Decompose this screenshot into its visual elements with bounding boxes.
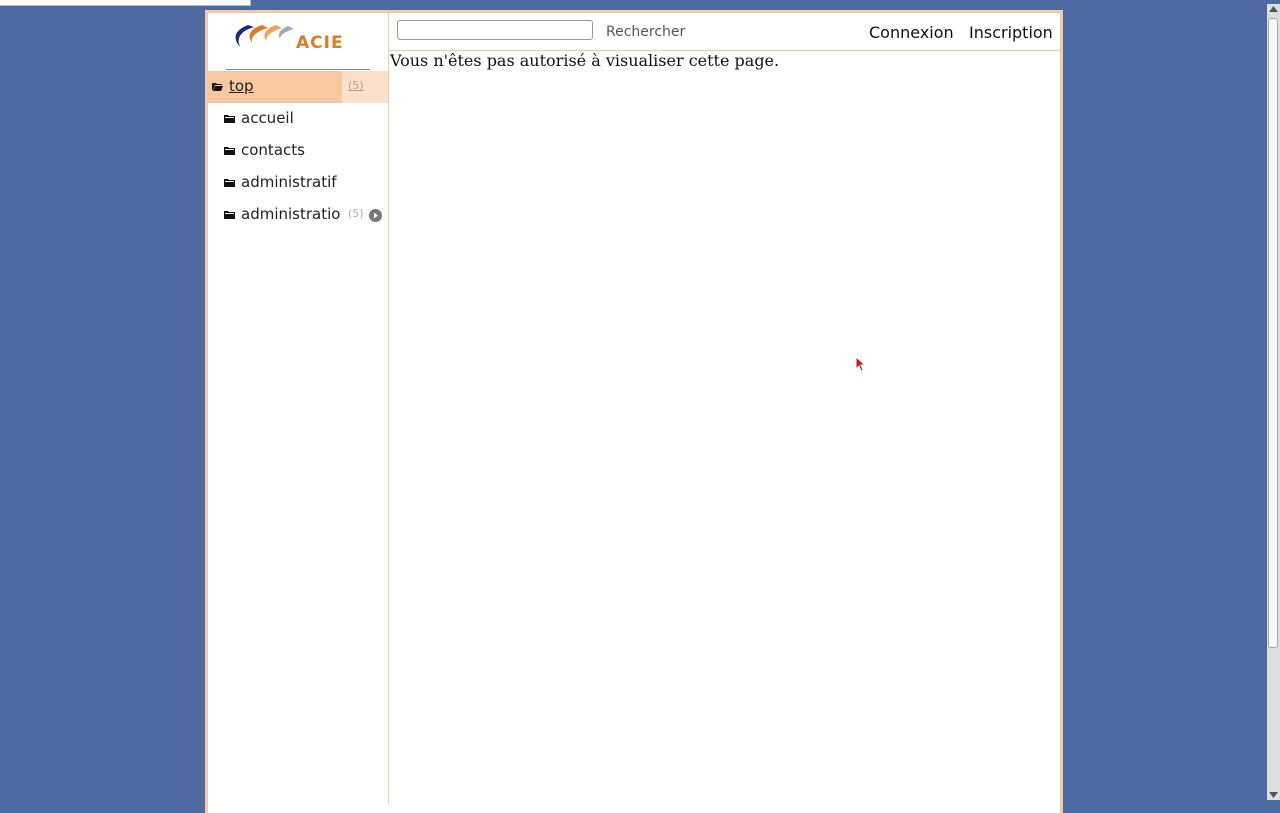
logo-text: ACIE bbox=[296, 33, 344, 53]
sidebar-item-count[interactable]: (5) bbox=[348, 79, 364, 92]
folder-icon bbox=[224, 211, 235, 219]
access-denied-message: Vous n'êtes pas autorisé à visualiser ce… bbox=[390, 51, 780, 70]
scroll-down-icon[interactable] bbox=[1269, 792, 1278, 798]
arrow-right-icon[interactable] bbox=[369, 209, 382, 222]
sidebar-nav: top (5) accueil contacts administratif a… bbox=[208, 71, 388, 231]
sidebar-item-accueil[interactable]: accueil bbox=[208, 103, 388, 135]
signup-link[interactable]: Inscription bbox=[969, 23, 1053, 42]
sidebar-item-label[interactable]: administratio bbox=[241, 205, 340, 223]
sidebar-item-count[interactable]: (5) bbox=[348, 207, 364, 220]
search-input[interactable] bbox=[397, 20, 593, 40]
browser-tab-strip bbox=[0, 0, 251, 6]
sidebar-item-label[interactable]: contacts bbox=[241, 141, 305, 159]
sidebar-item-administratio[interactable]: administratio (5) bbox=[208, 199, 388, 231]
login-link[interactable]: Connexion bbox=[869, 23, 954, 42]
sidebar-item-label[interactable]: top bbox=[229, 77, 254, 95]
folder-icon bbox=[224, 147, 235, 155]
scrollbar-thumb[interactable] bbox=[1268, 18, 1278, 648]
sidebar: ACIE top (5) accueil contacts administra… bbox=[208, 13, 389, 803]
folder-icon bbox=[224, 179, 235, 187]
folder-open-icon bbox=[212, 83, 223, 91]
logo[interactable]: ACIE bbox=[226, 19, 370, 70]
folder-icon bbox=[224, 115, 235, 123]
mouse-cursor-icon bbox=[855, 356, 867, 372]
sidebar-item-label[interactable]: accueil bbox=[241, 109, 294, 127]
sidebar-item-top[interactable]: top (5) bbox=[208, 71, 388, 103]
vertical-scrollbar[interactable] bbox=[1267, 4, 1280, 800]
search-button[interactable]: Rechercher bbox=[606, 24, 685, 40]
sidebar-item-contacts[interactable]: contacts bbox=[208, 135, 388, 167]
logo-swoosh-icon bbox=[235, 25, 294, 47]
page-frame: ACIE top (5) accueil contacts administra… bbox=[205, 10, 1063, 813]
sidebar-item-administratif[interactable]: administratif bbox=[208, 167, 388, 199]
main-content: Vous n'êtes pas autorisé à visualiser ce… bbox=[390, 51, 1050, 70]
sidebar-item-label[interactable]: administratif bbox=[241, 173, 337, 191]
scroll-up-icon[interactable] bbox=[1269, 6, 1278, 12]
top-bar: Rechercher Connexion Inscription bbox=[389, 13, 1060, 51]
